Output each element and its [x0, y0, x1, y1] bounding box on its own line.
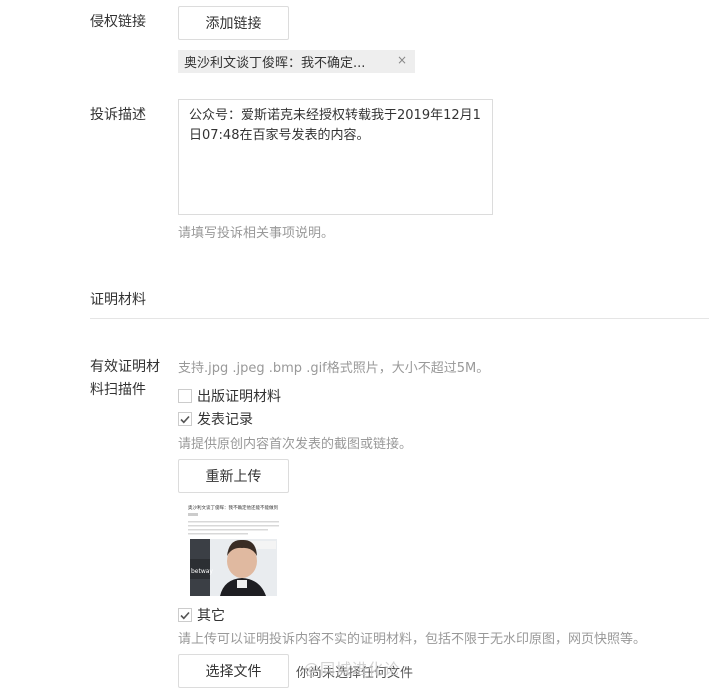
option-publish-record-label: 发表记录 [197, 412, 253, 428]
infringing-link-label: 侵权链接 [90, 14, 146, 30]
format-hint: 支持.jpg .jpeg .bmp .gif格式照片，大小不超过5M。 [178, 361, 490, 376]
thumbnail-headline: 奥沙利文谈丁俊晖：我不确定他还能不能做到 [188, 504, 278, 511]
publish-hint: 请提供原创内容首次发表的截图或链接。 [178, 437, 413, 452]
option-publication-proof-label: 出版证明材料 [197, 389, 281, 405]
checkbox-unchecked[interactable] [178, 389, 192, 403]
other-hint: 请上传可以证明投诉内容不实的证明材料，包括不限于无水印原图，网页快照等。 [178, 632, 647, 647]
section-divider [90, 318, 709, 319]
complaint-textarea[interactable]: 公众号：爱斯诺克未经授权转载我于2019年12月1日07:48在百家号发表的内容… [178, 99, 493, 215]
scans-label-line1: 有效证明材 [90, 359, 160, 375]
checkmark-icon [180, 611, 190, 619]
link-tag-text: 奥沙利文谈丁俊晖：我不确定... [184, 56, 366, 71]
link-tag: 奥沙利文谈丁俊晖：我不确定... × [178, 50, 415, 73]
scans-label-line2: 料扫描件 [90, 382, 146, 398]
choose-file-button[interactable]: 选择文件 [178, 654, 289, 688]
option-other-label: 其它 [197, 608, 225, 624]
checkbox-checked[interactable] [178, 608, 192, 622]
option-publication-proof[interactable]: 出版证明材料 [178, 386, 281, 406]
checkbox-checked[interactable] [178, 412, 192, 426]
watermark: @同城进化论 [304, 660, 401, 678]
option-other[interactable]: 其它 [178, 605, 225, 625]
checkmark-icon [180, 415, 190, 423]
tag-close-icon[interactable]: × [397, 53, 407, 67]
option-publish-record[interactable]: 发表记录 [178, 409, 253, 429]
evidence-section-title: 证明材料 [90, 292, 146, 308]
thumbnail-brand: betway [191, 568, 213, 575]
complaint-hint: 请填写投诉相关事项说明。 [178, 226, 335, 241]
add-link-button[interactable]: 添加链接 [178, 6, 289, 40]
complaint-label: 投诉描述 [90, 107, 146, 123]
uploaded-thumbnail[interactable]: 奥沙利文谈丁俊晖：我不确定他还能不能做到 betway [186, 501, 281, 596]
reupload-button[interactable]: 重新上传 [178, 459, 289, 493]
